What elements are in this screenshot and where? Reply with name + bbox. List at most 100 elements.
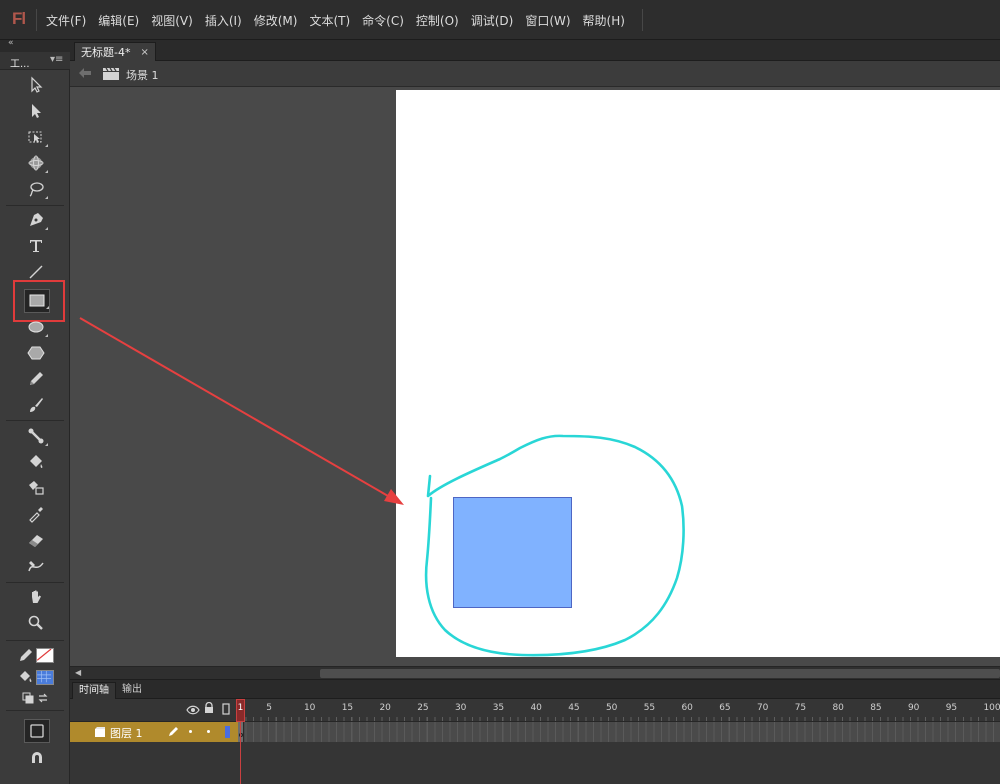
menu-item[interactable]: 控制(O) bbox=[410, 12, 465, 29]
swap-colors-icon[interactable] bbox=[37, 692, 49, 704]
frame-ruler[interactable]: 5 10 15 20 25 30 35 40 45 50 55 60 65 70 75 80 85 90 95 100 bbox=[238, 699, 1000, 722]
frame-number: 70 bbox=[756, 703, 769, 713]
menu-item[interactable]: 编辑(E) bbox=[92, 12, 145, 29]
scroll-left-icon[interactable]: ◀ bbox=[75, 668, 81, 677]
eyedropper-tool[interactable] bbox=[23, 502, 49, 526]
frame-number: 35 bbox=[492, 703, 505, 713]
menu-item[interactable]: 插入(I) bbox=[199, 12, 248, 29]
3d-rotation-tool[interactable] bbox=[23, 151, 49, 175]
object-drawing-toggle[interactable] bbox=[24, 719, 50, 743]
polystar-tool[interactable] bbox=[23, 341, 49, 365]
scene-label: 场景 1 bbox=[126, 69, 159, 82]
fill-color-swatch[interactable] bbox=[36, 670, 54, 685]
object-drawing-icon bbox=[30, 724, 44, 738]
menu-item[interactable]: 命令(C) bbox=[356, 12, 410, 29]
hand-tool[interactable] bbox=[23, 585, 49, 609]
polystar-icon bbox=[27, 346, 45, 360]
divider bbox=[642, 9, 643, 31]
stage-horizontal-scrollbar[interactable]: ◀ bbox=[70, 666, 1000, 679]
lock-icon[interactable] bbox=[204, 701, 214, 717]
lasso-tool[interactable] bbox=[23, 177, 49, 201]
fill-color-icon[interactable] bbox=[18, 669, 34, 685]
scrollbar-thumb[interactable] bbox=[320, 669, 1000, 678]
frame-number: 80 bbox=[832, 703, 844, 713]
frame-number: 25 bbox=[417, 703, 429, 713]
ink-bottle-tool[interactable] bbox=[23, 476, 49, 500]
menu-item[interactable]: 视图(V) bbox=[145, 12, 199, 29]
frame-number: 50 bbox=[605, 703, 618, 713]
oval-tool[interactable] bbox=[23, 315, 49, 339]
line-icon bbox=[29, 265, 43, 279]
selection-arrow-icon bbox=[31, 76, 43, 93]
tools-panel-header: « bbox=[0, 38, 70, 52]
panel-tabs: 时间轴 输出 bbox=[70, 680, 1000, 699]
frame-number: 90 bbox=[907, 703, 920, 713]
stroke-color-swatch[interactable] bbox=[36, 648, 54, 663]
menu-bar: Fl 文件(F) 编辑(E) 视图(V) 插入(I) 修改(M) 文本(T) 命令(C) 控制… bbox=[0, 0, 1000, 40]
selection-tool[interactable] bbox=[23, 73, 49, 97]
menu-item[interactable]: 调试(D) bbox=[465, 12, 520, 29]
tab-output[interactable]: 输出 bbox=[116, 682, 148, 699]
divider bbox=[36, 9, 37, 31]
bone-tool[interactable] bbox=[23, 424, 49, 448]
brush-icon bbox=[30, 398, 43, 412]
width-tool-icon bbox=[28, 561, 44, 572]
rectangle-shape[interactable] bbox=[453, 497, 572, 608]
keyframe[interactable] bbox=[238, 722, 244, 742]
snap-to-objects-icon[interactable] bbox=[29, 750, 45, 766]
frame-number: 40 bbox=[530, 703, 542, 713]
layer-name-area[interactable]: 图层 1 bbox=[70, 722, 238, 742]
menu-item[interactable]: 窗口(W) bbox=[519, 12, 576, 29]
default-colors-icon[interactable] bbox=[22, 692, 34, 704]
stroke-color-icon[interactable] bbox=[18, 647, 34, 663]
menu-item[interactable]: 帮助(H) bbox=[577, 12, 631, 29]
collapse-icon[interactable]: « bbox=[8, 38, 14, 48]
lock-dot[interactable] bbox=[207, 730, 210, 733]
layer-outline-color[interactable] bbox=[225, 726, 230, 738]
layer-frames[interactable] bbox=[238, 722, 1000, 742]
frame-number: 45 bbox=[568, 703, 580, 713]
pen-tool[interactable] bbox=[23, 208, 49, 232]
paint-bucket-tool[interactable] bbox=[23, 450, 49, 474]
paint-bucket-icon bbox=[30, 455, 43, 468]
scene-clapperboard-icon bbox=[102, 67, 120, 84]
subselection-arrow-icon bbox=[32, 104, 41, 118]
ink-bottle-icon bbox=[29, 481, 44, 495]
subselection-tool[interactable] bbox=[23, 99, 49, 123]
tab-timeline[interactable]: 时间轴 bbox=[72, 682, 116, 699]
text-tool[interactable] bbox=[23, 234, 49, 258]
zoom-tool[interactable] bbox=[23, 611, 49, 635]
eraser-icon bbox=[29, 535, 43, 547]
eye-icon[interactable] bbox=[186, 704, 200, 718]
playhead[interactable]: 1 bbox=[236, 699, 245, 722]
frame-number: 65 bbox=[719, 703, 731, 713]
rectangle-tool[interactable] bbox=[24, 289, 50, 313]
free-transform-tool[interactable] bbox=[23, 125, 49, 149]
brush-tool[interactable] bbox=[23, 393, 49, 417]
document-tab[interactable]: 无标题-4* × bbox=[74, 42, 156, 61]
back-arrow-icon[interactable] bbox=[78, 67, 92, 82]
pencil-icon bbox=[168, 725, 180, 740]
tools-panel: « 工... ▾≡ bbox=[0, 38, 70, 784]
frame-number: 30 bbox=[454, 703, 467, 713]
pencil-tool[interactable] bbox=[23, 367, 49, 391]
layer-row[interactable]: 图层 1 bbox=[70, 722, 1000, 742]
flash-app-window: Fl 文件(F) 编辑(E) 视图(V) 插入(I) 修改(M) 文本(T) 命令(C) 控制… bbox=[0, 0, 1000, 784]
document-tab-label: 无标题-4* bbox=[81, 46, 131, 59]
free-transform-icon bbox=[28, 131, 42, 143]
layer-name: 图层 1 bbox=[110, 727, 143, 740]
outline-icon[interactable] bbox=[222, 703, 230, 718]
close-icon[interactable]: × bbox=[140, 47, 148, 58]
menu-item[interactable]: 文本(T) bbox=[303, 12, 356, 29]
pen-icon bbox=[30, 213, 43, 226]
visibility-dot[interactable] bbox=[189, 730, 192, 733]
panel-menu-icon[interactable]: ▾≡ bbox=[50, 54, 63, 65]
width-tool[interactable] bbox=[23, 554, 49, 578]
hand-icon bbox=[32, 590, 41, 603]
eraser-tool[interactable] bbox=[23, 528, 49, 552]
layer-icon bbox=[94, 726, 106, 741]
menu-item[interactable]: 修改(M) bbox=[248, 12, 304, 29]
menu-item[interactable]: 文件(F) bbox=[40, 12, 92, 29]
frame-number: 15 bbox=[341, 703, 354, 713]
tools-panel-tab[interactable]: 工... ▾≡ bbox=[0, 52, 70, 70]
